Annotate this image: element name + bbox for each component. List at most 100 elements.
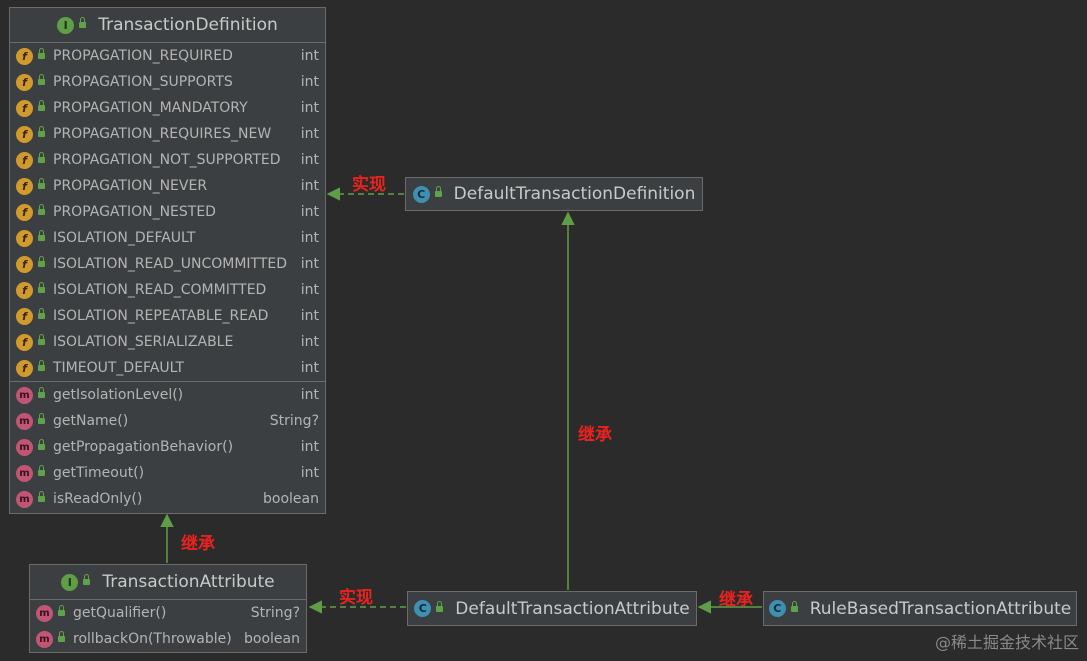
interface-icon: I xyxy=(61,573,79,591)
method-icon: m xyxy=(36,630,53,648)
rule-based-transaction-attribute-header: C RuleBasedTransactionAttribute xyxy=(764,592,1076,625)
field-icon: f xyxy=(16,125,33,143)
lock-icon xyxy=(38,413,45,424)
lock-icon xyxy=(58,605,65,616)
lock-icon xyxy=(38,465,45,476)
watermark: @稀土掘金技术社区 xyxy=(934,633,1079,652)
field-row[interactable]: f PROPAGATION_NESTED int xyxy=(10,199,325,225)
field-name: PROPAGATION_NESTED xyxy=(53,204,216,220)
field-type: int xyxy=(300,230,319,246)
rule-based-transaction-attribute-title: RuleBasedTransactionAttribute xyxy=(809,598,1072,619)
field-icon: f xyxy=(16,151,33,169)
lock-icon xyxy=(38,204,45,215)
field-type: int xyxy=(300,178,319,194)
label-extends-left: 继承 xyxy=(181,534,215,554)
lock-icon xyxy=(38,282,45,293)
default-transaction-definition-header: C DefaultTransactionDefinition xyxy=(406,178,702,210)
field-row[interactable]: f TIMEOUT_DEFAULT int xyxy=(10,355,325,381)
label-impl-top: 实现 xyxy=(352,175,386,195)
field-row[interactable]: f ISOLATION_READ_COMMITTED int xyxy=(10,277,325,303)
class-icon: C xyxy=(414,600,432,617)
lock-icon xyxy=(436,600,444,612)
transaction-attribute-title: TransactionAttribute xyxy=(102,572,275,592)
lock-icon xyxy=(38,178,45,189)
default-transaction-definition-box[interactable]: C DefaultTransactionDefinition xyxy=(405,177,703,211)
method-name: getPropagationBehavior() xyxy=(53,439,234,455)
method-row[interactable]: m isReadOnly() boolean xyxy=(10,486,325,512)
field-row[interactable]: f PROPAGATION_MANDATORY int xyxy=(10,95,325,121)
method-row[interactable]: m rollbackOn(Throwable) boolean xyxy=(30,626,306,652)
method-icon: m xyxy=(16,438,33,456)
field-list: f PROPAGATION_REQUIRED int f PROPAGATION_SUP… xyxy=(10,43,325,381)
default-transaction-attribute-box[interactable]: C DefaultTransactionAttribute xyxy=(407,591,697,626)
field-icon: f xyxy=(16,333,33,351)
method-row[interactable]: m getIsolationLevel() int xyxy=(10,382,325,408)
field-name: ISOLATION_SERIALIZABLE xyxy=(53,334,234,350)
label-impl-bottom: 实现 xyxy=(339,588,373,608)
field-row[interactable]: f ISOLATION_DEFAULT int xyxy=(10,225,325,251)
field-icon: f xyxy=(16,47,33,65)
field-row[interactable]: f PROPAGATION_SUPPORTS int xyxy=(10,69,325,95)
field-row[interactable]: f PROPAGATION_REQUIRED int xyxy=(10,43,325,69)
field-row[interactable]: f PROPAGATION_REQUIRES_NEW int xyxy=(10,121,325,147)
lock-icon xyxy=(38,256,45,267)
transaction-definition-header: I TransactionDefinition xyxy=(10,8,325,42)
lock-icon xyxy=(38,48,45,59)
field-type: int xyxy=(300,360,319,376)
field-type: int xyxy=(300,256,319,272)
lock-icon xyxy=(58,631,65,642)
field-row[interactable]: f ISOLATION_READ_UNCOMMITTED int xyxy=(10,251,325,277)
field-name: PROPAGATION_SUPPORTS xyxy=(53,74,233,90)
field-row[interactable]: f ISOLATION_REPEATABLE_READ int xyxy=(10,303,325,329)
field-type: int xyxy=(300,308,319,324)
field-icon: f xyxy=(16,281,33,299)
method-return-type: int xyxy=(300,439,319,455)
fields-section: f PROPAGATION_REQUIRED int f PROPAGATION_SUP… xyxy=(10,42,325,381)
transaction-definition-title: TransactionDefinition xyxy=(98,15,278,35)
field-type: int xyxy=(300,334,319,350)
field-icon: f xyxy=(16,359,33,377)
label-extends-vertical: 继承 xyxy=(578,425,612,445)
lock-icon xyxy=(790,600,798,612)
transaction-definition-box[interactable]: I TransactionDefinition f PROPAGATION_REQ… xyxy=(9,7,326,514)
field-icon: f xyxy=(16,99,33,117)
field-row[interactable]: f ISOLATION_SERIALIZABLE int xyxy=(10,329,325,355)
field-icon: f xyxy=(16,229,33,247)
lock-icon xyxy=(38,74,45,85)
field-icon: f xyxy=(16,307,33,325)
method-row[interactable]: m getName() String? xyxy=(10,408,325,434)
method-row[interactable]: m getPropagationBehavior() int xyxy=(10,434,325,460)
field-row[interactable]: f PROPAGATION_NOT_SUPPORTED int xyxy=(10,147,325,173)
class-icon: C xyxy=(768,600,786,617)
method-name: getQualifier() xyxy=(73,605,167,621)
lock-icon xyxy=(79,17,87,28)
transaction-attribute-box[interactable]: I TransactionAttribute m getQualifier() St… xyxy=(29,564,307,653)
method-icon: m xyxy=(16,464,33,482)
method-name: getIsolationLevel() xyxy=(53,387,184,403)
lock-icon xyxy=(38,230,45,241)
method-return-type: int xyxy=(300,387,319,403)
field-type: int xyxy=(300,74,319,90)
lock-icon xyxy=(38,360,45,371)
default-transaction-attribute-title: DefaultTransactionAttribute xyxy=(455,598,690,619)
field-row[interactable]: f PROPAGATION_NEVER int xyxy=(10,173,325,199)
field-name: TIMEOUT_DEFAULT xyxy=(53,360,185,376)
default-transaction-definition-title: DefaultTransactionDefinition xyxy=(453,184,696,204)
method-name: getTimeout() xyxy=(53,465,145,481)
methods-section: m getIsolationLevel() int m getName() String?… xyxy=(10,381,325,512)
field-name: PROPAGATION_MANDATORY xyxy=(53,100,248,116)
lock-icon xyxy=(38,126,45,137)
method-row[interactable]: m getQualifier() String? xyxy=(30,600,306,626)
label-extends-right: 继承 xyxy=(719,590,753,610)
field-type: int xyxy=(300,100,319,116)
rule-based-transaction-attribute-box[interactable]: C RuleBasedTransactionAttribute xyxy=(763,591,1077,626)
field-type: int xyxy=(300,204,319,220)
method-name: isReadOnly() xyxy=(53,491,143,507)
field-name: PROPAGATION_NOT_SUPPORTED xyxy=(53,152,281,168)
lock-icon xyxy=(38,100,45,111)
field-name: ISOLATION_REPEATABLE_READ xyxy=(53,308,269,324)
method-icon: m xyxy=(16,490,33,508)
lock-icon xyxy=(38,387,45,398)
field-name: PROPAGATION_NEVER xyxy=(53,178,208,194)
method-row[interactable]: m getTimeout() int xyxy=(10,460,325,486)
